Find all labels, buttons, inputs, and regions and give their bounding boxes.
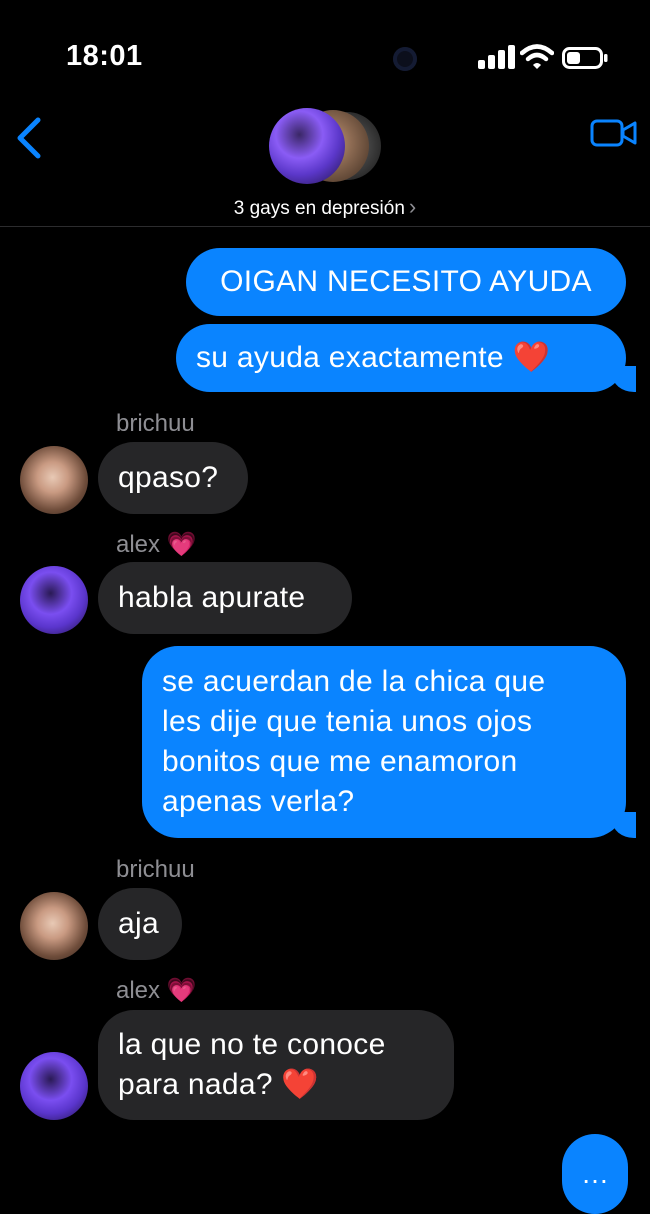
message-line: apenas verla? (162, 785, 355, 818)
avatar-alex[interactable] (20, 1052, 88, 1120)
message-line: la que no te conoce (118, 1028, 386, 1061)
message-bubble-outgoing[interactable]: OIGAN NECESITO AYUDA (186, 248, 626, 316)
avatar-brichuu[interactable] (20, 446, 88, 514)
group-name[interactable]: 3 gays en depresión › (0, 194, 650, 220)
battery-icon (562, 47, 608, 69)
message-text: aja (118, 907, 159, 940)
message-bubble-incoming[interactable]: qpaso? (98, 442, 248, 514)
message-line: bonitos que me enamoron (162, 745, 518, 778)
wifi-icon (520, 44, 554, 69)
message-line: para nada? ❤️ (118, 1068, 320, 1101)
sender-name: alex 💗 (116, 531, 197, 558)
message-text: OIGAN NECESITO AYUDA (220, 265, 592, 298)
sender-name: brichuu (116, 856, 195, 883)
typing-indicator: … (562, 1134, 628, 1214)
cellular-signal-icon (478, 45, 516, 69)
status-time: 18:01 (66, 40, 143, 72)
message-bubble-outgoing[interactable]: su ayuda exactamente ❤️ (176, 324, 636, 392)
chevron-right-icon: › (408, 194, 417, 219)
avatar-alex[interactable] (20, 566, 88, 634)
video-call-icon[interactable] (590, 118, 638, 148)
back-chevron-icon[interactable] (12, 116, 46, 160)
avatar (269, 108, 345, 184)
message-text: qpaso? (118, 461, 219, 494)
message-line: les dije que tenia unos ojos (162, 705, 533, 738)
dynamic-island (215, 26, 435, 92)
message-bubble-outgoing[interactable]: se acuerdan de la chica que les dije que… (142, 646, 636, 838)
header-divider (0, 226, 650, 227)
message-bubble-incoming[interactable]: habla apurate (98, 562, 352, 634)
camera-lens-icon (393, 47, 417, 71)
sender-name: alex 💗 (116, 977, 197, 1004)
message-text: habla apurate (118, 581, 306, 614)
sender-name: brichuu (116, 410, 195, 437)
message-bubble-incoming[interactable]: aja (98, 888, 182, 960)
message-bubble-incoming[interactable]: la que no te conoce para nada? ❤️ (98, 1010, 454, 1120)
group-name-label: 3 gays en depresión (233, 198, 405, 219)
group-avatar-stack[interactable] (269, 108, 381, 184)
message-line: se acuerdan de la chica que (162, 665, 546, 698)
message-text: su ayuda exactamente ❤️ (196, 341, 551, 374)
avatar-brichuu[interactable] (20, 892, 88, 960)
